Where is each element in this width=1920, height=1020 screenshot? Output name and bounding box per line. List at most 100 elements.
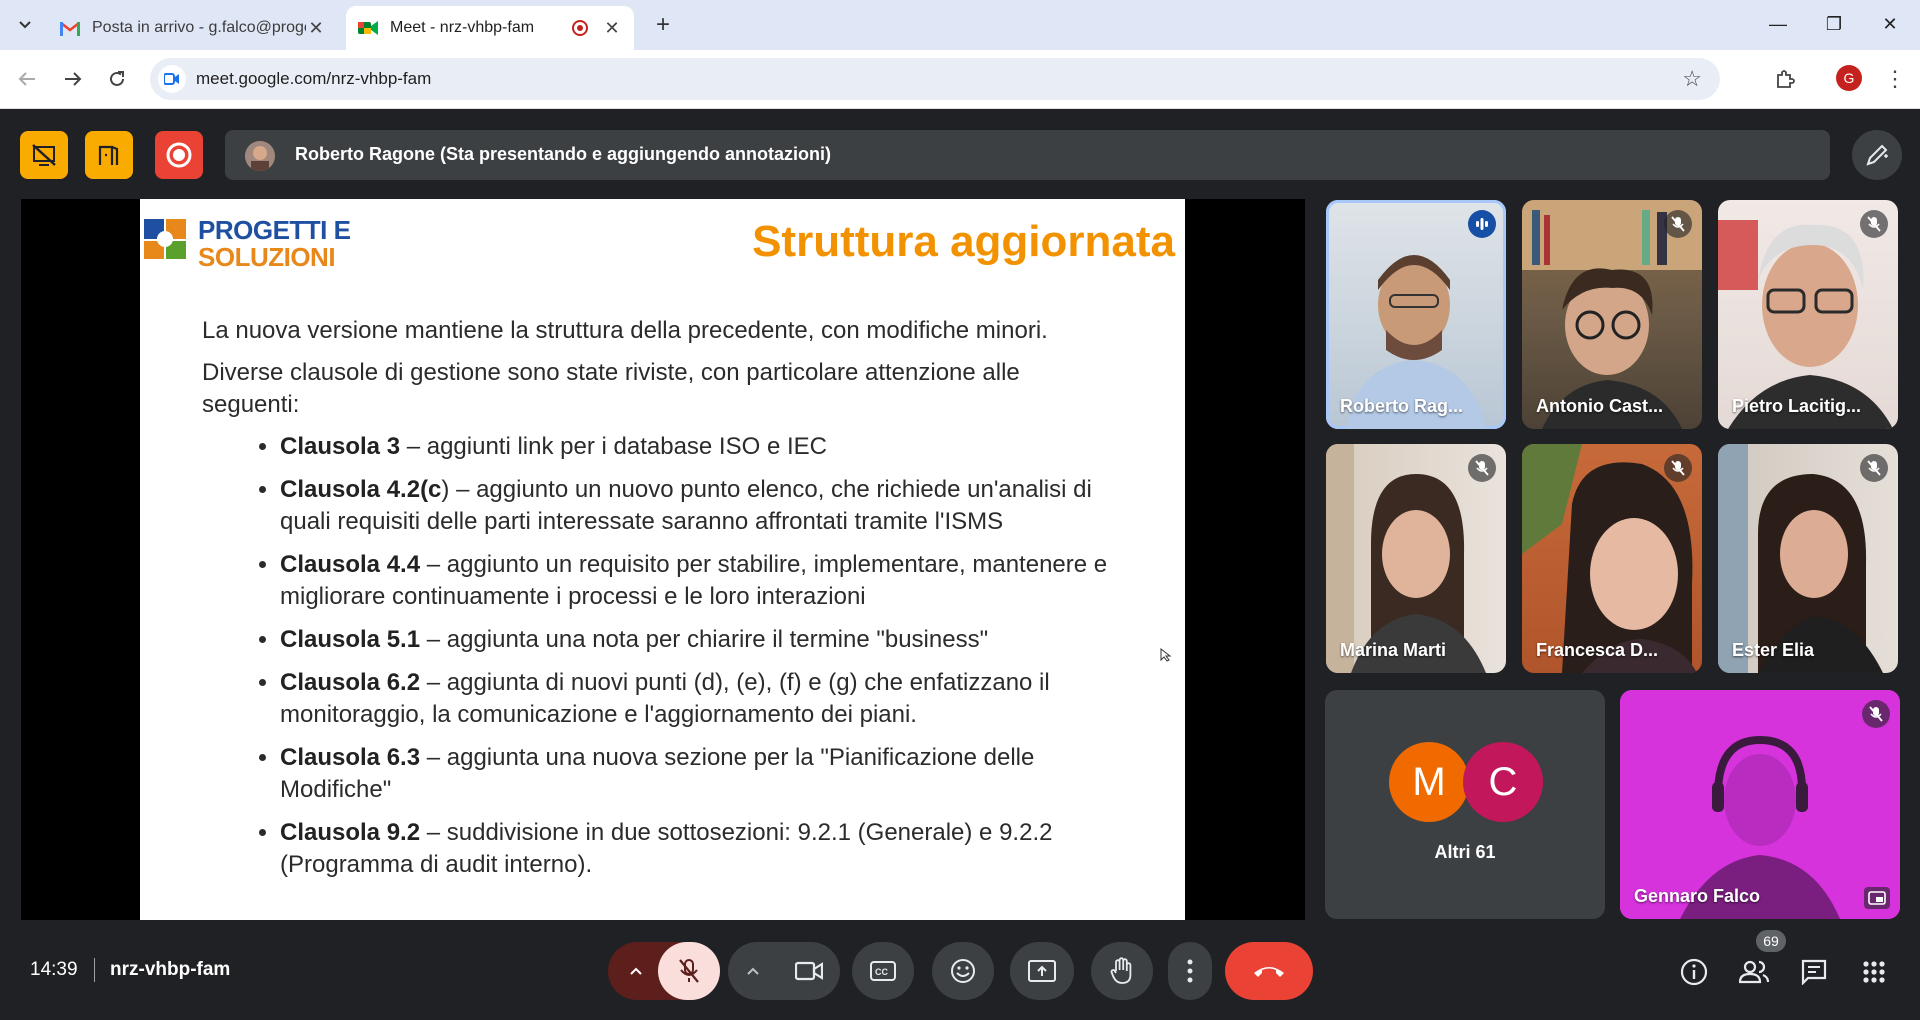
- clause-item: Clausola 3 – aggiunti link per i databas…: [280, 431, 1122, 463]
- back-icon[interactable]: [10, 62, 44, 96]
- present-screen-button[interactable]: [1010, 942, 1074, 1000]
- muted-mic-icon: [1860, 210, 1888, 238]
- speaking-indicator-icon: [1468, 210, 1496, 238]
- meeting-code: nrz-vhbp-fam: [110, 959, 231, 980]
- clause-text: – aggiunta una nota per chiarire il term…: [420, 626, 989, 653]
- tab-title: Posta in arrivo - g.falco@progetti: [92, 19, 306, 36]
- logo-line2: SOLUZIONI: [198, 242, 336, 272]
- tab-title: Meet - nrz-vhbp-fam: [390, 19, 535, 36]
- captions-icon: CC: [870, 961, 896, 981]
- clause-item: Clausola 4.4 – aggiunto un requisito per…: [280, 549, 1122, 613]
- pip-icon[interactable]: [1864, 887, 1890, 909]
- slide-title: Struttura aggiornata: [752, 217, 1175, 266]
- other-participants-tile[interactable]: M C Altri 61: [1325, 690, 1605, 919]
- activities-button[interactable]: [1852, 950, 1896, 994]
- people-count-badge: 69: [1756, 930, 1786, 952]
- muted-mic-icon: [1468, 454, 1496, 482]
- chat-button[interactable]: [1792, 950, 1836, 994]
- emoji-icon: [951, 959, 975, 983]
- more-options-button[interactable]: [1168, 942, 1212, 1000]
- annotate-pen-icon[interactable]: [1852, 130, 1902, 180]
- mic-off-icon: [679, 959, 699, 983]
- chat-icon: [1801, 959, 1827, 985]
- other-avatar: M: [1389, 742, 1469, 822]
- clause-label: Clausola 4.4: [280, 551, 421, 578]
- restore-icon[interactable]: ❐: [1806, 8, 1862, 40]
- forward-icon[interactable]: [56, 62, 90, 96]
- tab-gmail[interactable]: Posta in arrivo - g.falco@progetti ✕: [48, 6, 338, 50]
- participant-name: Ester Elia: [1732, 640, 1815, 660]
- clause-label: Clausola 9.2: [280, 819, 421, 846]
- mic-options-chevron-icon[interactable]: [608, 942, 664, 1000]
- stop-presentation-icon[interactable]: [20, 131, 68, 179]
- participant-name: Antonio Cast...: [1536, 396, 1663, 416]
- clause-item: Clausola 6.3 – aggiunta una nuova sezion…: [280, 742, 1122, 806]
- camera-toggle-button[interactable]: [778, 942, 840, 1000]
- muted-mic-icon: [1664, 454, 1692, 482]
- address-bar[interactable]: meet.google.com/nrz-vhbp-fam ☆: [150, 58, 1720, 100]
- logo-mark-icon: [144, 219, 186, 259]
- mic-control-group: [608, 942, 720, 1000]
- participant-name: Roberto Rag...: [1340, 396, 1464, 416]
- meeting-info-button[interactable]: [1672, 950, 1716, 994]
- participant-name: Pietro Lacitig...: [1732, 396, 1862, 416]
- captions-button[interactable]: CC: [852, 942, 914, 1000]
- people-button[interactable]: [1732, 950, 1776, 994]
- raise-hand-button[interactable]: [1091, 942, 1153, 1000]
- slide-intro-2: Diverse clausole di gestione sono state …: [202, 359, 1020, 418]
- meet-icon: [358, 20, 378, 36]
- profile-avatar[interactable]: G: [1836, 65, 1862, 91]
- bookmark-star-icon[interactable]: ☆: [1682, 66, 1702, 92]
- close-tab-icon[interactable]: ✕: [602, 18, 622, 39]
- company-logo: PROGETTI E SOLUZIONI: [144, 215, 354, 272]
- participant-name: Marina Marti: [1340, 640, 1447, 660]
- clause-text: – aggiunti link per i database ISO e IEC: [400, 433, 827, 460]
- clause-item: Clausola 9.2 – suddivisione in due sotto…: [280, 817, 1122, 881]
- tab-search-chevron-icon[interactable]: [10, 10, 40, 40]
- url-text: meet.google.com/nrz-vhbp-fam: [196, 69, 432, 88]
- raise-hand-icon: [1110, 957, 1132, 984]
- site-info-icon[interactable]: [158, 65, 186, 93]
- reactions-button[interactable]: [932, 942, 994, 1000]
- presenter-text: Roberto Ragone (Sta presentando e aggiun…: [295, 144, 832, 164]
- more-vert-icon: [1187, 959, 1193, 983]
- companion-mode-icon[interactable]: [85, 131, 133, 179]
- leave-call-button[interactable]: [1225, 942, 1313, 1000]
- browser-menu-icon[interactable]: ⋮: [1880, 62, 1910, 96]
- mouse-pointer-icon: [1160, 648, 1172, 662]
- participant-tile[interactable]: Marina Marti: [1326, 444, 1506, 673]
- participant-tile[interactable]: Roberto Rag...: [1326, 200, 1506, 429]
- gmail-icon: [60, 20, 80, 36]
- close-window-icon[interactable]: ✕: [1862, 8, 1918, 40]
- apps-grid-icon: [1863, 961, 1885, 983]
- present-screen-icon: [1028, 960, 1056, 982]
- participant-tile[interactable]: Antonio Cast...: [1522, 200, 1702, 429]
- clause-item: Clausola 5.1 – aggiunta una nota per chi…: [280, 624, 1122, 656]
- browser-toolbar: meet.google.com/nrz-vhbp-fam ☆ G ⋮: [0, 50, 1920, 109]
- camera-options-chevron-icon[interactable]: [728, 942, 778, 1000]
- clause-item: Clausola 4.2(c) – aggiunto un nuovo punt…: [280, 474, 1122, 538]
- extensions-icon[interactable]: [1768, 62, 1802, 96]
- participant-tile[interactable]: Francesca D...: [1522, 444, 1702, 673]
- reload-icon[interactable]: [100, 62, 134, 96]
- participant-tile[interactable]: Ester Elia: [1718, 444, 1898, 673]
- slide-body: La nuova versione mantiene la struttura …: [202, 315, 1122, 892]
- browser-tabstrip: Posta in arrivo - g.falco@progetti ✕ Mee…: [0, 0, 1920, 50]
- self-view-tile[interactable]: Gennaro Falco: [1620, 690, 1900, 919]
- minimize-icon[interactable]: —: [1750, 8, 1806, 40]
- participant-tile[interactable]: Pietro Lacitig...: [1718, 200, 1898, 429]
- self-name: Gennaro Falco: [1634, 886, 1761, 906]
- tab-meet[interactable]: Meet - nrz-vhbp-fam ✕: [346, 6, 634, 50]
- muted-mic-icon: [1664, 210, 1692, 238]
- svg-text:CC: CC: [875, 967, 888, 977]
- new-tab-icon[interactable]: +: [648, 10, 678, 40]
- info-icon: [1680, 958, 1708, 986]
- presented-slide: PROGETTI E SOLUZIONI Struttura aggiornat…: [140, 199, 1185, 920]
- recording-indicator-icon[interactable]: [155, 131, 203, 179]
- close-tab-icon[interactable]: ✕: [306, 18, 326, 39]
- mic-toggle-button[interactable]: [658, 942, 720, 1000]
- camera-icon: [795, 961, 823, 981]
- participant-name: Francesca D...: [1536, 640, 1659, 660]
- others-count-label: Altri 61: [1434, 842, 1496, 862]
- meeting-clock: 14:39: [30, 959, 78, 980]
